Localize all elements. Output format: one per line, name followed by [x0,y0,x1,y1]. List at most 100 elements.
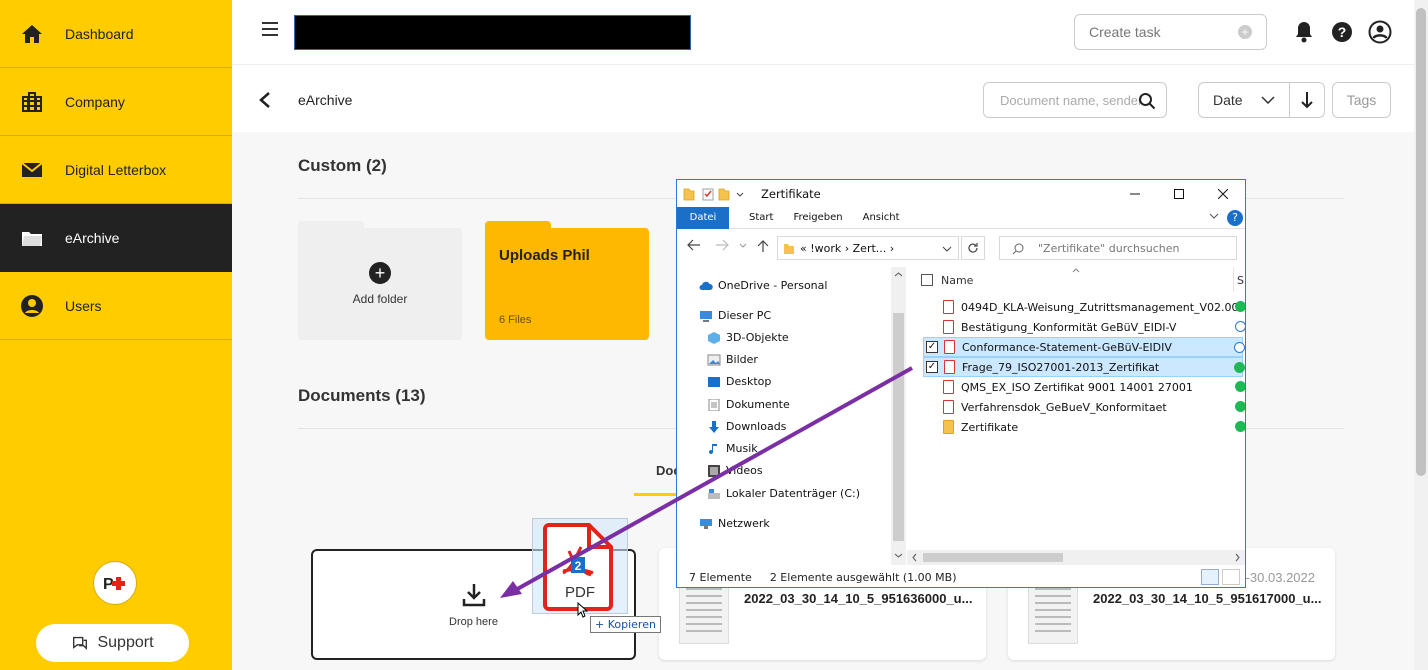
select-all-checkbox[interactable] [921,274,933,286]
tree-item-local-disk[interactable]: Lokaler Datenträger (C:) [707,487,860,500]
file-row[interactable]: QMS_EX_ISO Zertifikat 9001 14001 27001 [923,377,1245,397]
tree-item-network[interactable]: Netzwerk [699,517,770,530]
ribbon-tab-share[interactable]: Freigeben [793,212,842,223]
scroll-right-icon[interactable] [1233,550,1243,565]
zip-folder-icon [943,420,954,434]
hamburger-menu-icon[interactable] [262,22,278,38]
sidebar-item-company[interactable]: Company [0,68,232,136]
scrollbar-thumb[interactable] [893,313,904,541]
refresh-icon[interactable] [961,236,985,260]
file-checkbox-checked[interactable]: ✓ [926,341,938,353]
recent-chevron-icon[interactable] [739,239,747,255]
document-search-input[interactable]: Document name, sender [983,82,1167,118]
close-button[interactable] [1201,180,1245,207]
create-task-input[interactable]: Create task + [1074,14,1267,50]
ribbon-tab-view[interactable]: Ansicht [863,212,900,223]
topbar: Create task + ? [232,0,1414,64]
scrollbar-thumb[interactable] [923,553,1063,562]
file-checkbox[interactable] [925,381,937,393]
scroll-left-icon[interactable] [909,550,919,565]
bell-icon[interactable] [1292,20,1316,44]
search-placeholder: Document name, sender [1000,92,1143,108]
tree-item-videos[interactable]: Videos [707,464,763,477]
folder-icon [784,244,794,254]
tree-item-this-pc[interactable]: Dieser PC [699,309,771,322]
support-button[interactable]: Support [36,624,189,662]
column-name-header[interactable]: Name [941,274,973,287]
music-note-icon [709,443,717,454]
file-name: Frage_79_ISO27001-2013_Zertifikat [962,360,1160,374]
tree-item-desktop[interactable]: Desktop [707,375,771,388]
plus-circle-icon[interactable]: + [1238,25,1252,39]
tree-item-3d-objects[interactable]: 3D-Objekte [707,331,789,344]
file-row-selected[interactable]: ✓ Conformance-Statement-GeBüV-EIDIV [923,337,1245,357]
maximize-button[interactable] [1157,180,1201,207]
back-arrow-icon[interactable] [687,239,701,255]
drag-preview: 2 PDF [532,518,628,614]
scrollbar-thumb[interactable] [1416,8,1426,476]
document-thumbnail [1028,582,1078,644]
tab-underline [634,493,678,496]
add-folder-button[interactable]: + Add folder [298,228,462,340]
minimize-button[interactable] [1113,180,1157,207]
explorer-window-title: Zertifikate [761,186,821,201]
explorer-search-input[interactable]: "Zertifikate" durchsuchen [999,236,1237,260]
file-row[interactable]: 0494D_KLA-Weisung_Zutrittsmanagement_V02… [923,297,1245,317]
folder-file-count: 6 Files [499,314,532,326]
sidebar-item-earchive[interactable]: eArchive [0,204,232,272]
file-checkbox[interactable] [925,321,937,333]
large-icons-view-icon[interactable] [1222,569,1240,585]
sidebar-item-dashboard[interactable]: Dashboard [0,0,232,68]
details-view-icon[interactable] [1201,569,1219,585]
help-icon[interactable]: ? [1227,210,1243,226]
ribbon-tab-start[interactable]: Start [749,212,773,223]
column-status-header[interactable]: S [1237,274,1244,287]
file-checkbox[interactable] [925,301,937,313]
documents-section-title: Documents (13) [298,386,426,405]
file-row[interactable]: Zertifikate [923,417,1245,437]
sidebar-item-digital-letterbox[interactable]: Digital Letterbox [0,136,232,204]
sidebar-item-users[interactable]: Users [0,272,232,340]
file-checkbox[interactable] [925,401,937,413]
page-scrollbar[interactable] [1414,0,1428,670]
tree-item-music[interactable]: Musik [707,442,758,455]
cube-icon [708,331,720,344]
tree-item-onedrive[interactable]: OneDrive - Personal [699,279,827,292]
help-icon[interactable]: ? [1330,20,1354,44]
scroll-down-icon[interactable] [891,551,906,561]
tree-item-documents[interactable]: Dokumente [707,398,790,411]
sort-select[interactable]: Date [1198,82,1290,118]
file-list-horizontal-scrollbar[interactable] [907,550,1245,565]
sync-ok-icon [1235,301,1245,312]
forward-arrow-icon[interactable] [715,239,729,255]
tags-button[interactable]: Tags [1332,82,1391,118]
scroll-up-icon[interactable] [891,269,906,279]
navigation-scrollbar[interactable] [891,267,906,565]
up-arrow-icon[interactable] [757,239,769,257]
file-row[interactable]: Bestätigung_Konformität GeBüV_EIDI-V [923,317,1245,337]
tree-item-label: Downloads [726,420,787,433]
custom-section-title: Custom (2) [298,156,387,175]
folder-card[interactable]: Uploads Phil 6 Files [485,228,649,340]
address-bar[interactable]: « !work › Zert... › [777,236,959,260]
ribbon-expand-chevron-icon[interactable] [1209,211,1219,222]
tree-item-pictures[interactable]: Bilder [707,353,758,366]
quick-access-toolbar-icon[interactable] [683,187,745,201]
create-task-placeholder: Create task [1089,24,1161,40]
tree-item-label: 3D-Objekte [726,331,789,344]
explorer-title-bar[interactable]: Zertifikate [677,180,1245,207]
file-checkbox[interactable] [925,421,937,433]
file-row-selected[interactable]: ✓ Frage_79_ISO27001-2013_Zertifikat [923,357,1245,377]
file-checkbox-checked[interactable]: ✓ [926,361,938,373]
mouse-cursor-icon [577,602,589,618]
search-icon[interactable] [1138,92,1156,113]
sort-direction-button[interactable] [1289,82,1325,118]
account-icon[interactable] [1368,20,1392,44]
ribbon-tab-file[interactable]: Datei [677,206,729,229]
home-icon [20,22,44,46]
sidebar-item-label: Dashboard [65,25,134,42]
file-row[interactable]: Verfahrensdok_GeBueV_Konformitaet [923,397,1245,417]
tree-item-downloads[interactable]: Downloads [707,420,786,433]
chevron-down-icon[interactable] [942,246,952,252]
back-arrow-icon[interactable] [258,89,272,115]
